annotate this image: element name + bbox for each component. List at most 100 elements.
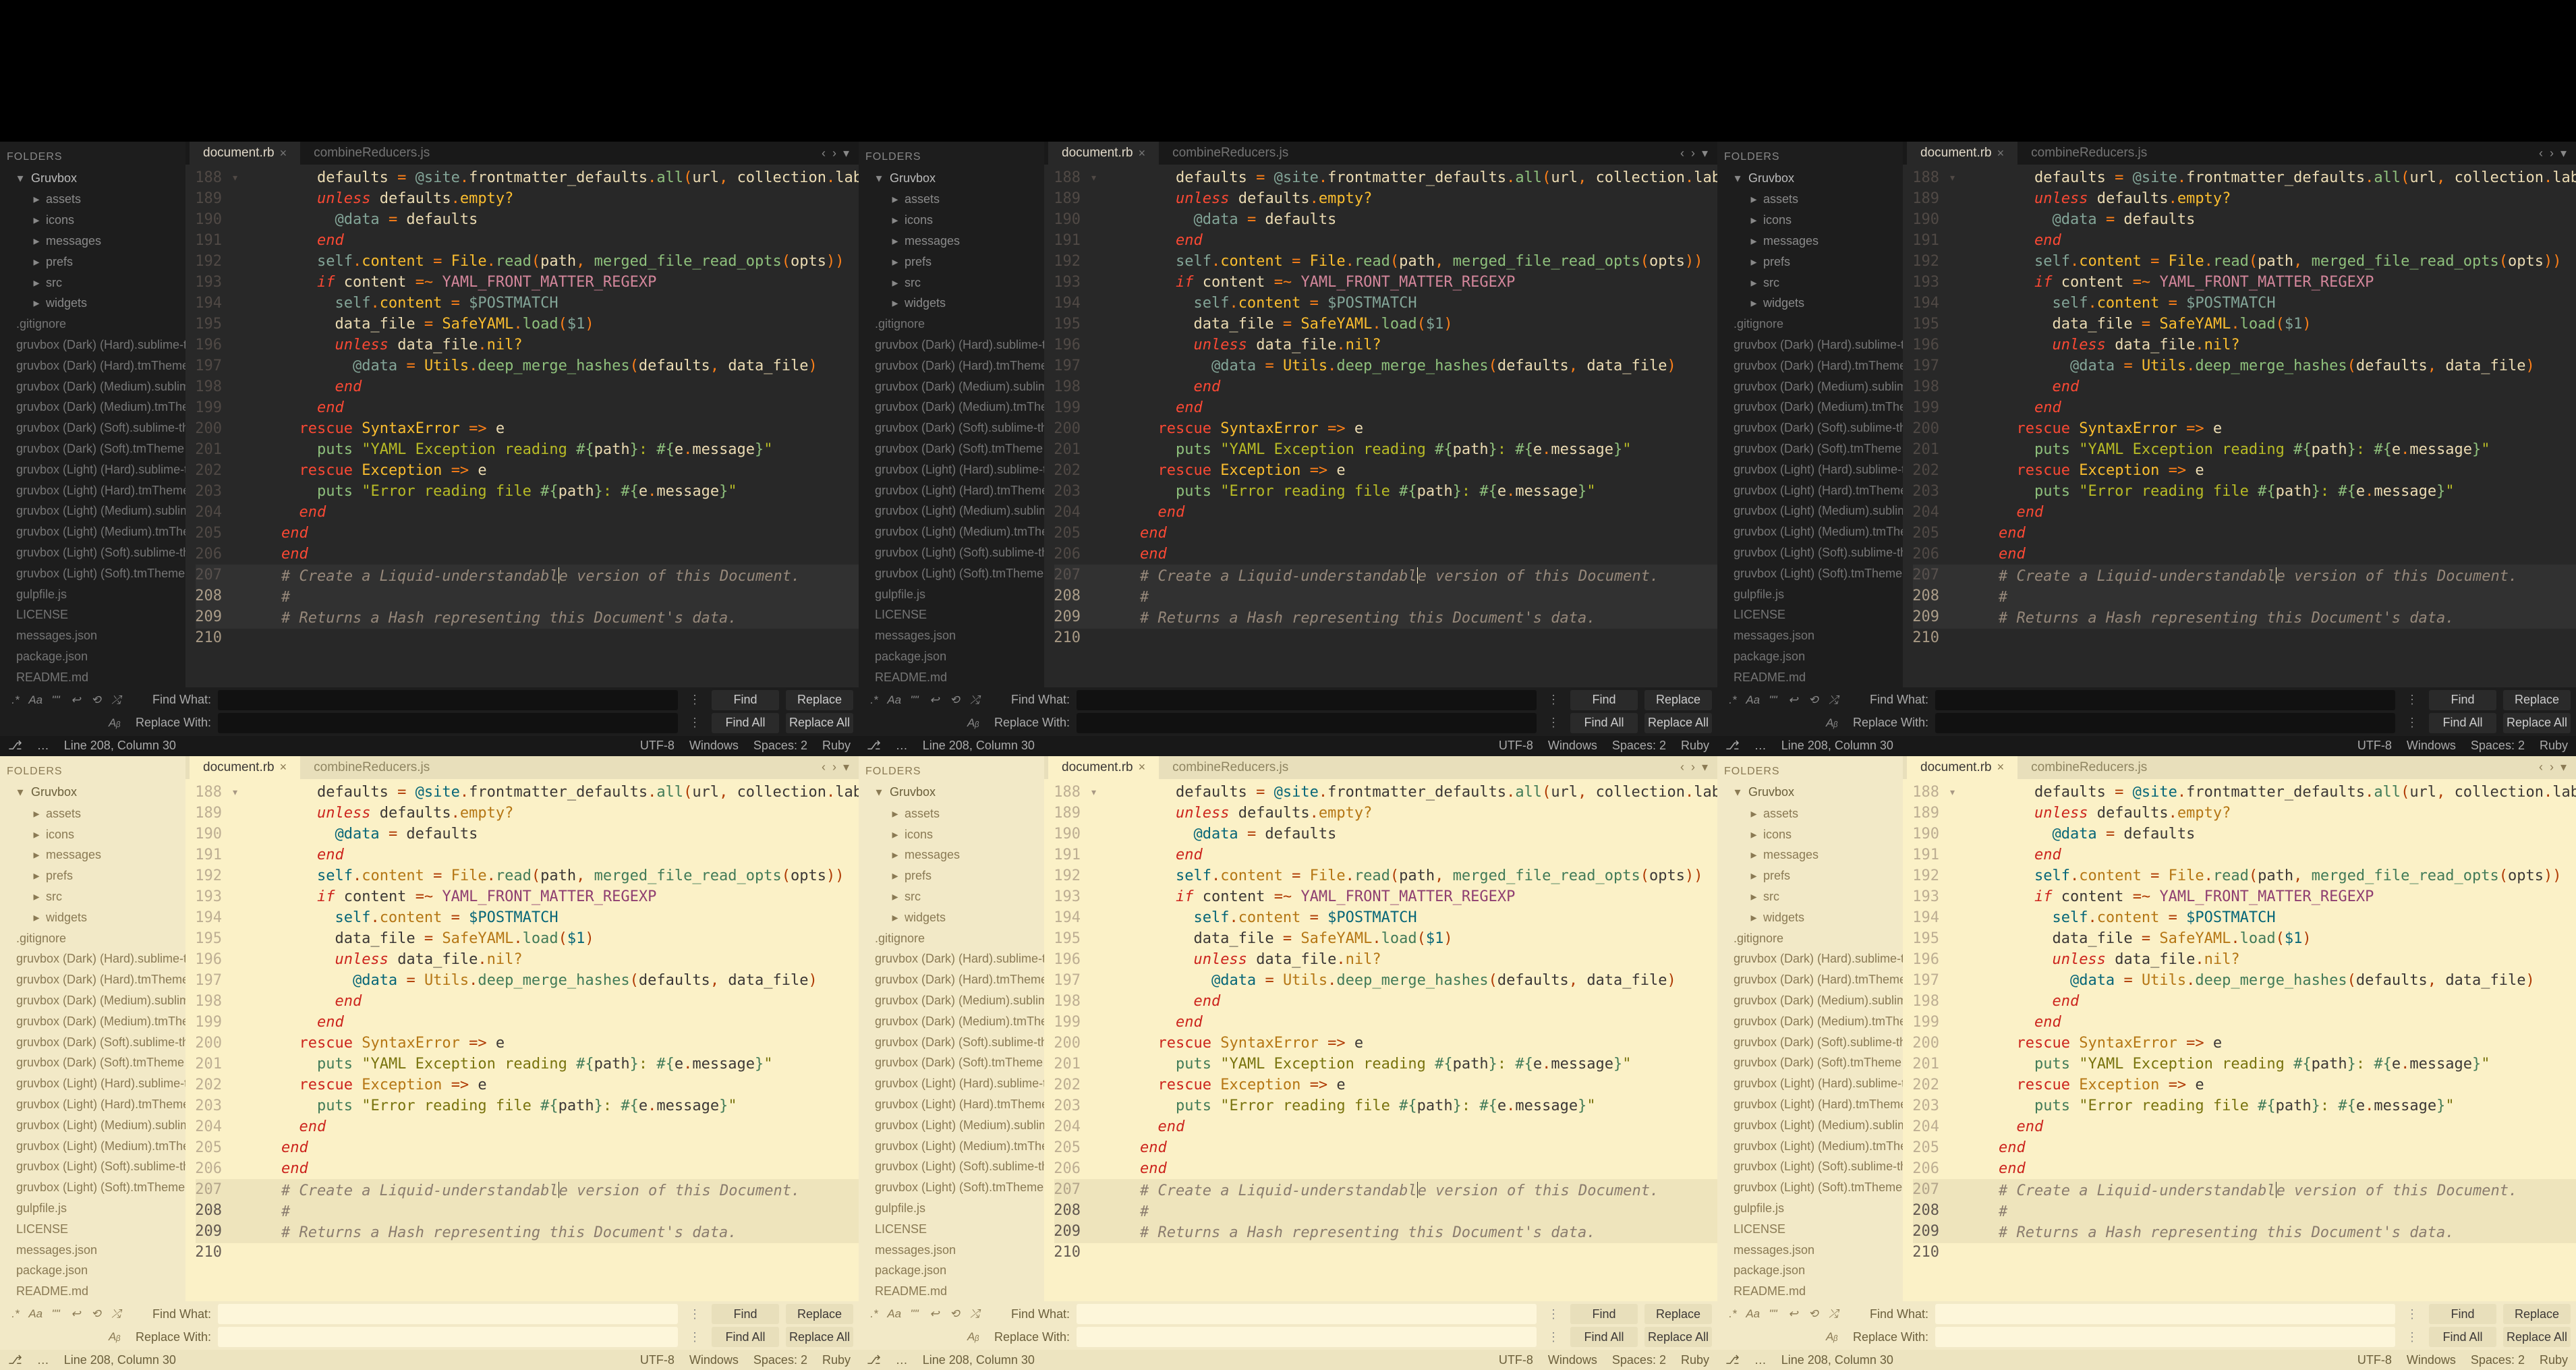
sidebar-file[interactable]: gruvbox (Light) (Soft).sublime-theme: [0, 1156, 185, 1177]
sidebar-root-folder[interactable]: ▾ Gruvbox: [1717, 781, 1903, 803]
find-button[interactable]: Find: [1570, 1304, 1638, 1324]
sidebar-folder[interactable]: ▸widgets: [1717, 907, 1903, 928]
tab-active[interactable]: document.rb ×: [1907, 756, 2017, 779]
sidebar-file[interactable]: gruvbox (Dark) (Medium).tmTheme: [1717, 1011, 1903, 1032]
sidebar-folder[interactable]: ▸src: [1717, 273, 1903, 293]
tab-arrow-left-icon[interactable]: ‹: [1680, 146, 1684, 161]
indent[interactable]: Spaces: 2: [1612, 739, 1666, 753]
sidebar-file[interactable]: gruvbox (Light) (Hard).sublime-theme: [0, 459, 185, 480]
code-line[interactable]: @data = defaults: [1957, 209, 2576, 230]
sidebar-folder[interactable]: ▸src: [0, 886, 185, 907]
code-line[interactable]: rescue Exception => e: [1957, 1075, 2576, 1095]
syntax[interactable]: Ruby: [1681, 739, 1709, 753]
sidebar-file[interactable]: gruvbox (Light) (Soft).sublime-theme: [859, 542, 1044, 563]
find-option[interactable]: ↩: [68, 1305, 83, 1323]
find-more-icon[interactable]: ⋮: [2402, 693, 2422, 707]
sidebar-folder[interactable]: ▸prefs: [1717, 865, 1903, 886]
sidebar-file[interactable]: package.json: [859, 646, 1044, 667]
branch-name[interactable]: …: [896, 739, 908, 753]
sidebar-file[interactable]: gruvbox (Light) (Medium).tmTheme: [859, 521, 1044, 542]
tab-active[interactable]: document.rb ×: [190, 756, 300, 779]
find-option[interactable]: ⤮: [967, 1305, 982, 1323]
sidebar-file[interactable]: .gitignore: [0, 314, 185, 335]
sidebar-folder[interactable]: ▸messages: [1717, 231, 1903, 252]
fold-marker[interactable]: ▾: [230, 782, 240, 803]
code-line[interactable]: self.content = $POSTMATCH: [1957, 907, 2576, 928]
replace-button[interactable]: Replace: [2503, 1304, 2571, 1324]
sidebar-root-folder[interactable]: ▾ Gruvbox: [1717, 167, 1903, 190]
sidebar-folder[interactable]: ▸src: [859, 886, 1044, 907]
code-line[interactable]: #: [240, 587, 859, 608]
code-line[interactable]: unless data_file.nil?: [240, 335, 859, 355]
sidebar-file[interactable]: gruvbox (Light) (Soft).sublime-theme: [859, 1156, 1044, 1177]
code-line[interactable]: # Returns a Hash representing this Docum…: [1099, 1222, 1717, 1243]
cursor-pos[interactable]: Line 208, Column 30: [923, 1353, 1035, 1367]
find-input[interactable]: [218, 690, 678, 710]
sidebar-folder[interactable]: ▸assets: [1717, 189, 1903, 210]
replace-all-button[interactable]: Replace All: [786, 713, 853, 733]
find-option[interactable]: "": [1766, 1305, 1781, 1323]
sidebar-folder[interactable]: ▸prefs: [0, 865, 185, 886]
code-line[interactable]: # Returns a Hash representing this Docum…: [240, 1222, 859, 1243]
sidebar-file[interactable]: gruvbox (Dark) (Hard).sublime-theme: [859, 335, 1044, 355]
sidebar-file[interactable]: package.json: [0, 1260, 185, 1281]
sidebar-folder[interactable]: ▸widgets: [859, 293, 1044, 314]
sidebar-folder[interactable]: ▸icons: [1717, 824, 1903, 845]
indent[interactable]: Spaces: 2: [753, 1353, 807, 1367]
sidebar-folder[interactable]: ▸icons: [0, 824, 185, 845]
sidebar-folder[interactable]: ▸icons: [859, 824, 1044, 845]
code-line[interactable]: end: [1099, 230, 1717, 251]
code-area[interactable]: 1881891901911921931941951961971981992002…: [1903, 165, 2576, 687]
code-line[interactable]: if content =~ YAML_FRONT_MATTER_REGEXP: [1957, 272, 2576, 293]
code-line[interactable]: end: [1957, 1158, 2576, 1179]
syntax[interactable]: Ruby: [822, 1353, 851, 1367]
replace-all-button[interactable]: Replace All: [1644, 1327, 1712, 1347]
sidebar-file[interactable]: README.md: [859, 667, 1044, 687]
sidebar-file[interactable]: gruvbox (Dark) (Hard).tmTheme: [0, 355, 185, 376]
code-line[interactable]: end: [1099, 376, 1717, 397]
sidebar-file[interactable]: gruvbox (Light) (Medium).sublime-theme: [859, 501, 1044, 521]
sidebar-file[interactable]: gruvbox (Light) (Medium).sublime-theme: [1717, 501, 1903, 521]
branch-name[interactable]: …: [1754, 1353, 1767, 1367]
sidebar-folder[interactable]: ▸prefs: [0, 252, 185, 273]
sidebar-file[interactable]: gruvbox (Light) (Hard).sublime-theme: [1717, 459, 1903, 480]
tab-arrow-left-icon[interactable]: ‹: [2539, 146, 2543, 161]
find-input[interactable]: [218, 1304, 678, 1324]
sidebar-file[interactable]: gruvbox (Light) (Hard).sublime-theme: [1717, 1073, 1903, 1094]
sidebar-file[interactable]: gruvbox (Light) (Soft).tmTheme: [0, 563, 185, 584]
find-all-button[interactable]: Find All: [712, 713, 779, 733]
line-endings[interactable]: Windows: [2407, 1353, 2456, 1367]
replace-input[interactable]: [218, 713, 678, 733]
code-line[interactable]: if content =~ YAML_FRONT_MATTER_REGEXP: [1099, 272, 1717, 293]
sidebar-file[interactable]: package.json: [859, 1260, 1044, 1281]
code-line[interactable]: defaults = @site.frontmatter_defaults.al…: [1099, 782, 1717, 803]
sidebar-file[interactable]: gruvbox (Dark) (Hard).tmTheme: [1717, 355, 1903, 376]
sidebar-file[interactable]: gruvbox (Light) (Hard).tmTheme: [859, 480, 1044, 501]
find-option[interactable]: ↩: [1785, 1305, 1800, 1323]
code-line[interactable]: self.content = $POSTMATCH: [1099, 907, 1717, 928]
sidebar-folder[interactable]: ▸widgets: [859, 907, 1044, 928]
sidebar-file[interactable]: README.md: [859, 1281, 1044, 1301]
sidebar-folder[interactable]: ▸assets: [0, 189, 185, 210]
sidebar-file[interactable]: LICENSE: [1717, 1219, 1903, 1240]
tab-arrow-left-icon[interactable]: ‹: [822, 760, 826, 774]
encoding[interactable]: UTF-8: [640, 1353, 675, 1367]
code-line[interactable]: end: [1099, 544, 1717, 565]
encoding[interactable]: UTF-8: [1499, 739, 1533, 753]
code-line[interactable]: unless data_file.nil?: [240, 949, 859, 970]
find-all-button[interactable]: Find All: [712, 1327, 779, 1347]
sidebar-file[interactable]: gruvbox (Dark) (Soft).tmTheme: [0, 1052, 185, 1073]
sidebar-root-folder[interactable]: ▾ Gruvbox: [0, 167, 185, 190]
sidebar-file[interactable]: gruvbox (Dark) (Soft).sublime-theme: [0, 418, 185, 438]
preserve-case-option[interactable]: Aᵦ: [965, 714, 982, 732]
tab-active[interactable]: document.rb ×: [1048, 756, 1159, 779]
code-line[interactable]: #: [1099, 1201, 1717, 1222]
code-line[interactable]: if content =~ YAML_FRONT_MATTER_REGEXP: [240, 886, 859, 907]
sidebar-file[interactable]: package.json: [1717, 646, 1903, 667]
sidebar-file[interactable]: gruvbox (Dark) (Hard).tmTheme: [1717, 969, 1903, 990]
line-endings[interactable]: Windows: [689, 1353, 739, 1367]
code-line[interactable]: @data = Utils.deep_merge_hashes(defaults…: [1957, 355, 2576, 376]
replace-button[interactable]: Replace: [1644, 1304, 1712, 1324]
code-line[interactable]: @data = defaults: [1099, 209, 1717, 230]
find-more-icon[interactable]: ⋮: [1543, 1307, 1564, 1321]
